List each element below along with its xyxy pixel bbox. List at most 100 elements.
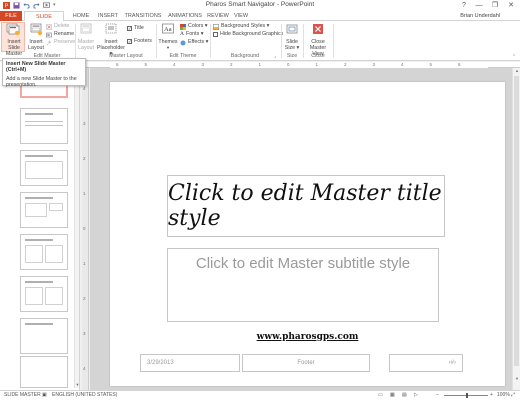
group-separator xyxy=(75,24,76,58)
background-styles-button[interactable]: Background Styles ▾ xyxy=(213,23,269,30)
slide-sorter-icon[interactable]: ▦ xyxy=(390,391,395,400)
ruler-tick-label: 4 xyxy=(83,86,86,91)
close-master-view-button[interactable]: Close Master View xyxy=(305,23,331,57)
website-link[interactable]: www.pharosgps.com xyxy=(110,332,505,342)
insert-placeholder-button[interactable]: Insert Placeholder ▾ xyxy=(96,23,126,57)
slideshow-view-icon[interactable]: ▷ xyxy=(414,391,418,400)
rename-icon xyxy=(46,32,52,37)
colors-button[interactable]: Colors ▾ xyxy=(180,23,207,30)
hide-background-checkbox-box[interactable] xyxy=(213,32,218,37)
insert-slide-master-tooltip: Insert New Slide Master (Ctrl+M) Add a n… xyxy=(2,58,86,88)
delete-label: Delete xyxy=(54,23,70,29)
signed-in-user[interactable]: Brian Underdahl xyxy=(460,11,500,21)
scroll-down-icon[interactable]: ▼ xyxy=(75,382,80,388)
canvas-scrollbar[interactable]: ▲ ▼ xyxy=(512,68,520,390)
zoom-in-icon[interactable]: + xyxy=(490,391,493,400)
fonts-button[interactable]: A Fonts ▾ xyxy=(180,31,203,38)
layout-thumbnail[interactable] xyxy=(20,234,68,270)
insert-slide-master-button[interactable]: Insert Slide Master xyxy=(1,22,25,57)
collapse-ribbon-icon[interactable]: ⌃ xyxy=(512,54,516,60)
background-styles-label: Background Styles ▾ xyxy=(221,23,270,29)
hide-background-checkbox[interactable]: Hide Background Graphics xyxy=(213,31,283,38)
title-placeholder-text: Click to edit Master title style xyxy=(168,181,442,231)
tab-file[interactable]: FILE xyxy=(0,11,22,21)
colors-icon xyxy=(180,23,186,30)
footers-checkbox[interactable]: ✓ Footers xyxy=(127,38,152,45)
insert-layout-label: Insert Layout xyxy=(28,39,44,51)
status-bar: SLIDE MASTER ▣ ENGLISH (UNITED STATES) ▭… xyxy=(0,390,520,400)
footers-checkbox-label: Footers xyxy=(134,38,152,44)
layout-thumbnail[interactable] xyxy=(20,108,68,144)
reading-view-icon[interactable]: ▤ xyxy=(402,391,407,400)
insert-placeholder-icon xyxy=(105,23,117,34)
tab-transitions[interactable]: TRANSITIONS xyxy=(124,11,162,21)
scroll-down-icon[interactable]: ▼ xyxy=(513,376,520,382)
tab-review[interactable]: REVIEW xyxy=(206,11,230,21)
footers-checkbox-box[interactable]: ✓ xyxy=(127,39,132,44)
preserve-button[interactable]: Preserve xyxy=(46,39,75,46)
group-separator xyxy=(303,24,304,58)
hide-background-label: Hide Background Graphics xyxy=(220,31,284,37)
insert-layout-button[interactable]: Insert Layout xyxy=(26,23,46,51)
title-checkbox-box[interactable]: ✓ xyxy=(127,26,132,31)
background-dialog-launcher-icon[interactable]: ⌟ xyxy=(274,53,276,59)
title-checkbox[interactable]: ✓ Title xyxy=(127,25,144,32)
layout-thumbnail[interactable] xyxy=(20,356,68,388)
zoom-slider-thumb[interactable] xyxy=(466,393,468,398)
status-language[interactable]: ENGLISH (UNITED STATES) xyxy=(52,391,117,400)
help-button[interactable]: ? xyxy=(458,1,470,10)
master-layout-button[interactable]: Master Layout xyxy=(77,23,95,51)
delete-icon xyxy=(46,23,52,30)
proofing-icon[interactable]: ▣ xyxy=(42,391,47,400)
slide-size-button[interactable]: Slide Size ▾ xyxy=(283,23,301,51)
master-layout-label: Master Layout xyxy=(77,39,95,51)
layout-thumbnail[interactable] xyxy=(20,318,68,354)
svg-text:Aa: Aa xyxy=(164,26,172,33)
subtitle-placeholder-text: Click to edit Master subtitle style xyxy=(195,255,411,272)
window-title: Pharos Smart Navigator - PowerPoint xyxy=(205,1,315,8)
subtitle-placeholder[interactable]: Click to edit Master subtitle style xyxy=(167,248,439,322)
layout-thumbnail[interactable] xyxy=(20,276,68,312)
scrollbar-thumb[interactable] xyxy=(514,76,519,366)
scroll-up-icon[interactable]: ▲ xyxy=(513,68,520,74)
slide-size-label: Slide Size ▾ xyxy=(284,39,300,51)
minimize-button[interactable]: — xyxy=(473,1,485,10)
title-checkbox-label: Title xyxy=(134,25,144,31)
rename-button[interactable]: Rename xyxy=(46,31,74,38)
date-placeholder[interactable]: 3/29/2013 xyxy=(140,354,240,372)
effects-button[interactable]: Effects ▾ xyxy=(180,39,208,46)
zoom-out-icon[interactable]: − xyxy=(436,391,439,400)
ruler-tick-label: 0 xyxy=(83,226,86,231)
insert-slide-master-icon xyxy=(6,23,20,36)
vertical-ruler: 4 3 2 1 0 1 2 3 4 xyxy=(82,68,89,390)
effects-icon xyxy=(180,40,186,45)
tab-animations[interactable]: ANIMATIONS xyxy=(166,11,204,21)
title-placeholder[interactable]: Click to edit Master title style xyxy=(167,175,445,237)
close-window-button[interactable]: ✕ xyxy=(505,1,517,10)
slide-size-icon xyxy=(286,24,298,34)
zoom-level[interactable]: 100% xyxy=(497,391,510,400)
powerpoint-window: P ▾ Pharos Smart Navigator - PowerPoint … xyxy=(0,0,520,400)
group-separator xyxy=(333,24,334,58)
ruler-tick-label: 2 xyxy=(83,156,86,161)
delete-button[interactable]: Delete xyxy=(46,23,69,30)
normal-view-icon[interactable]: ▭ xyxy=(378,391,383,400)
ruler-tick-label: 1 xyxy=(83,261,86,266)
tab-home[interactable]: HOME xyxy=(70,11,92,21)
thumbnails-scrollbar[interactable]: ▲ ▼ xyxy=(74,64,79,388)
slide-number-placeholder[interactable]: ‹#› xyxy=(389,354,463,372)
tab-view[interactable]: VIEW xyxy=(232,11,250,21)
master-layout-icon xyxy=(80,23,92,34)
themes-button[interactable]: Aa Themes ▾ xyxy=(158,23,178,51)
footer-placeholder[interactable]: Footer xyxy=(242,354,370,372)
layout-thumbnail[interactable] xyxy=(20,150,68,186)
ruler-tick-label: 3 xyxy=(83,331,86,336)
tooltip-title: Insert New Slide Master (Ctrl+M) xyxy=(6,61,66,73)
slide-master-slide[interactable]: Click to edit Master title style Click t… xyxy=(110,82,505,386)
background-styles-icon xyxy=(213,23,219,30)
preserve-label: Preserve xyxy=(54,39,76,45)
tab-insert[interactable]: INSERT xyxy=(96,11,120,21)
layout-thumbnail[interactable] xyxy=(20,192,68,228)
restore-button[interactable]: ❐ xyxy=(489,1,501,10)
fit-slide-icon[interactable]: ⤢ xyxy=(511,391,515,400)
